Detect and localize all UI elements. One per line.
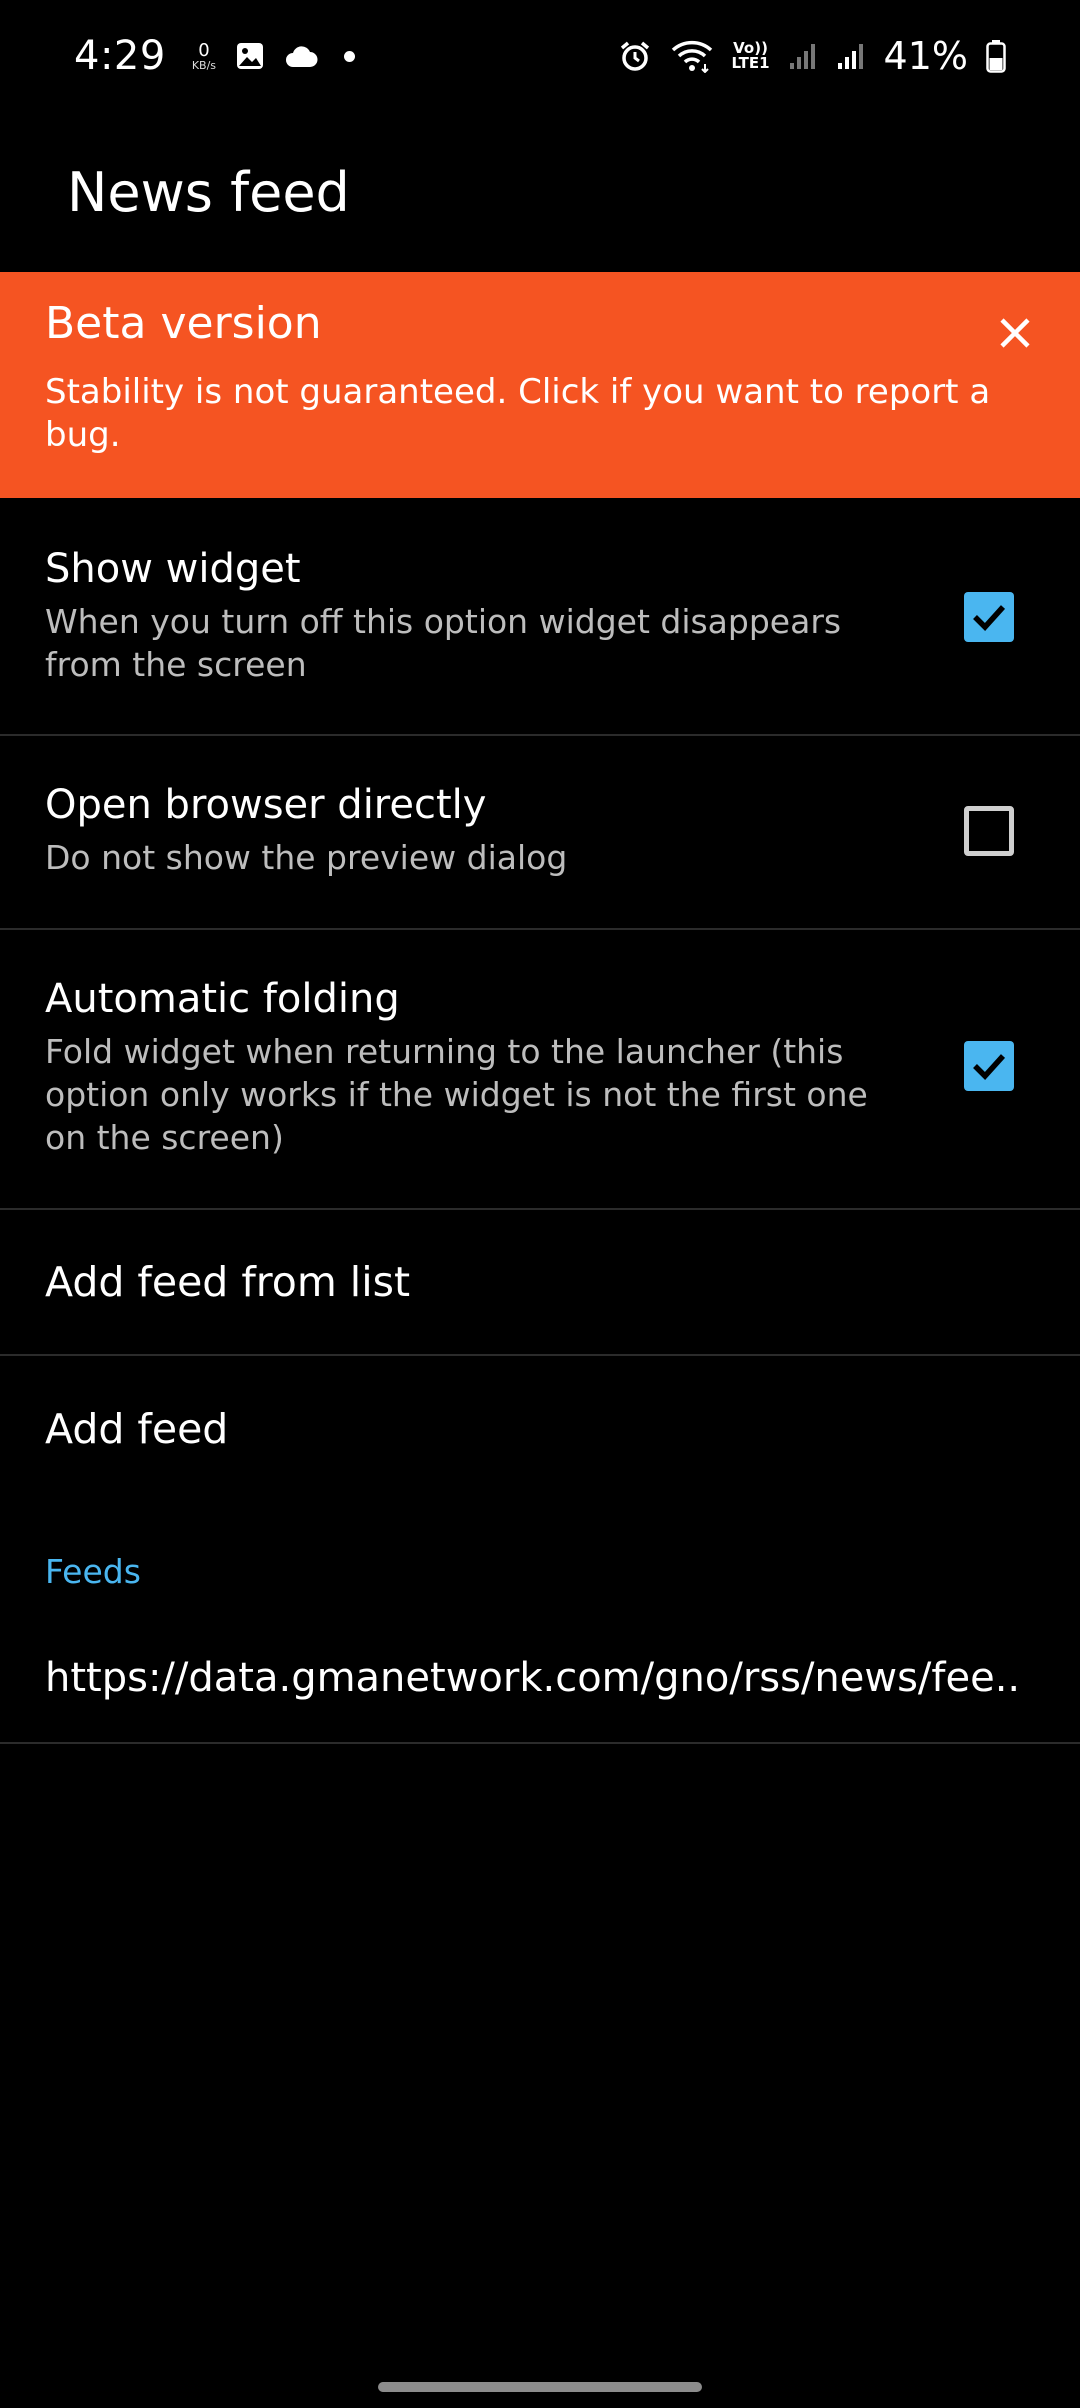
- automatic-folding-checkbox[interactable]: [964, 1041, 1014, 1091]
- setting-open-browser[interactable]: Open browser directly Do not show the pr…: [0, 736, 1080, 930]
- add-feed-from-list-button[interactable]: Add feed from list: [0, 1210, 1080, 1356]
- close-button[interactable]: [990, 308, 1040, 358]
- checkmark-icon: [973, 605, 1006, 631]
- setting-title: Open browser directly: [45, 782, 487, 828]
- feed-url: https://data.gmanetwork.com/gno/rss/news…: [45, 1655, 1021, 1701]
- notification-dot-icon: [344, 50, 356, 62]
- setting-title: Automatic folding: [45, 976, 400, 1022]
- screen: 4:29 0 KB/s Vo)) LTE1 41% News feed Beta…: [0, 0, 1080, 2408]
- add-feed-button[interactable]: Add feed: [0, 1356, 1080, 1502]
- feed-item[interactable]: https://data.gmanetwork.com/gno/rss/news…: [0, 1614, 1080, 1744]
- status-left: 4:29 0 KB/s: [74, 33, 356, 79]
- lte-indicator: Vo)) LTE1: [732, 41, 770, 71]
- close-icon: [1000, 318, 1030, 348]
- checkmark-icon: [973, 1054, 1006, 1080]
- page-title: News feed: [67, 160, 350, 224]
- show-widget-checkbox[interactable]: [964, 592, 1014, 642]
- beta-title: Beta version: [45, 298, 322, 349]
- beta-description: Stability is not guaranteed. Click if yo…: [45, 372, 991, 455]
- network-speed-unit: KB/s: [191, 58, 217, 72]
- status-right: Vo)) LTE1 41%: [618, 34, 1006, 78]
- signal-1-icon: [788, 41, 818, 71]
- cloud-icon: [284, 43, 318, 69]
- battery-percent: 41%: [883, 34, 968, 78]
- signal-2-icon: [836, 41, 866, 71]
- home-indicator[interactable]: [378, 2382, 702, 2392]
- beta-banner[interactable]: Beta version Stability is not guaranteed…: [0, 272, 1080, 498]
- wifi-icon: [670, 39, 714, 73]
- setting-show-widget[interactable]: Show widget When you turn off this optio…: [0, 498, 1080, 736]
- setting-automatic-folding[interactable]: Automatic folding Fold widget when retur…: [0, 930, 1080, 1210]
- alarm-icon: [618, 39, 652, 73]
- setting-subtitle: Do not show the preview dialog: [45, 838, 568, 877]
- gallery-icon: [234, 40, 266, 72]
- setting-title: Show widget: [45, 546, 301, 592]
- app-header: News feed: [0, 112, 1080, 272]
- battery-icon: [986, 39, 1006, 73]
- lte-bottom: LTE1: [731, 54, 770, 72]
- add-feed-from-list-label: Add feed from list: [45, 1258, 411, 1306]
- setting-subtitle: When you turn off this option widget dis…: [45, 602, 842, 684]
- feeds-section-label: Feeds: [45, 1552, 141, 1591]
- network-speed: 0 KB/s: [191, 39, 217, 72]
- open-browser-checkbox[interactable]: [964, 806, 1014, 856]
- add-feed-label: Add feed: [45, 1405, 229, 1453]
- status-time: 4:29: [74, 33, 166, 79]
- network-speed-value: 0: [198, 39, 210, 61]
- setting-subtitle: Fold widget when returning to the launch…: [45, 1032, 868, 1157]
- status-bar: 4:29 0 KB/s Vo)) LTE1 41%: [0, 0, 1080, 112]
